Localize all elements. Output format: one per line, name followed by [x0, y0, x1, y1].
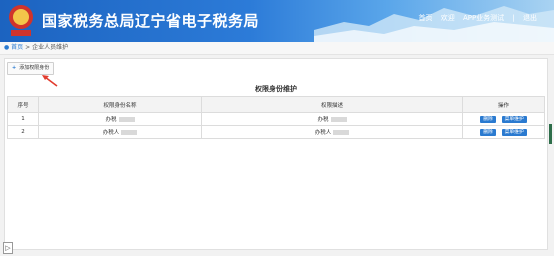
col-actions: 操作: [462, 96, 545, 113]
row-index: 1: [7, 112, 39, 126]
delete-button[interactable]: 删除: [480, 128, 496, 136]
table-header-row: 序号 权限身份名称 权限描述 操作: [7, 96, 545, 113]
menu-maintain-button[interactable]: 菜单维护: [501, 128, 527, 136]
row-name: 办税: [38, 112, 202, 126]
table-row: 1 办税 办税 删除 菜单维护: [7, 112, 545, 126]
tax-emblem-icon: [9, 5, 33, 36]
delete-button[interactable]: 删除: [480, 115, 496, 123]
row-desc: 办税: [201, 112, 463, 126]
row-name: 办税人: [38, 125, 202, 139]
nav-divider: |: [512, 14, 515, 22]
table-row: 2 办税人 办税人 删除 菜单维护: [7, 125, 545, 139]
location-pin-icon: ●: [4, 44, 10, 51]
row-desc: 办税人: [201, 125, 463, 139]
row-actions: 删除 菜单维护: [462, 125, 545, 139]
row-actions: 删除 菜单维护: [462, 112, 545, 126]
nav-user[interactable]: APP业务测试: [463, 14, 504, 22]
main-panel: + 添加权限身份 权限身份维护 序号 权限身份名称 权限描述 操作 1 办税 办税…: [4, 58, 548, 250]
table-title: 权限身份维护: [255, 85, 297, 93]
breadcrumb-separator: >: [25, 44, 31, 51]
col-name: 权限身份名称: [38, 96, 202, 113]
col-index: 序号: [7, 96, 39, 113]
top-nav: 首页 欢迎 APP业务测试 | 退出: [415, 13, 540, 23]
breadcrumb-home[interactable]: 首页: [11, 44, 23, 51]
plus-icon: +: [12, 65, 17, 71]
expand-sidebar-icon[interactable]: ▷: [3, 242, 13, 254]
row-index: 2: [7, 125, 39, 139]
col-desc: 权限描述: [201, 96, 463, 113]
nav-welcome: 欢迎: [440, 14, 455, 22]
nav-logout[interactable]: 退出: [523, 14, 537, 22]
add-role-label: 添加权限身份: [19, 65, 50, 71]
nav-home[interactable]: 首页: [418, 14, 432, 22]
breadcrumb-current: 企业人员维护: [32, 44, 69, 51]
role-table: 序号 权限身份名称 权限描述 操作 1 办税 办税 删除 菜单维护 2 办税人 …: [7, 96, 545, 139]
scrollbar[interactable]: [549, 124, 552, 144]
breadcrumb: ● 首页 > 企业人员维护: [0, 42, 554, 55]
app-header: 国家税务总局辽宁省电子税务局 首页 欢迎 APP业务测试 | 退出: [0, 0, 554, 42]
site-title: 国家税务总局辽宁省电子税务局: [42, 12, 260, 30]
menu-maintain-button[interactable]: 菜单维护: [501, 115, 527, 123]
